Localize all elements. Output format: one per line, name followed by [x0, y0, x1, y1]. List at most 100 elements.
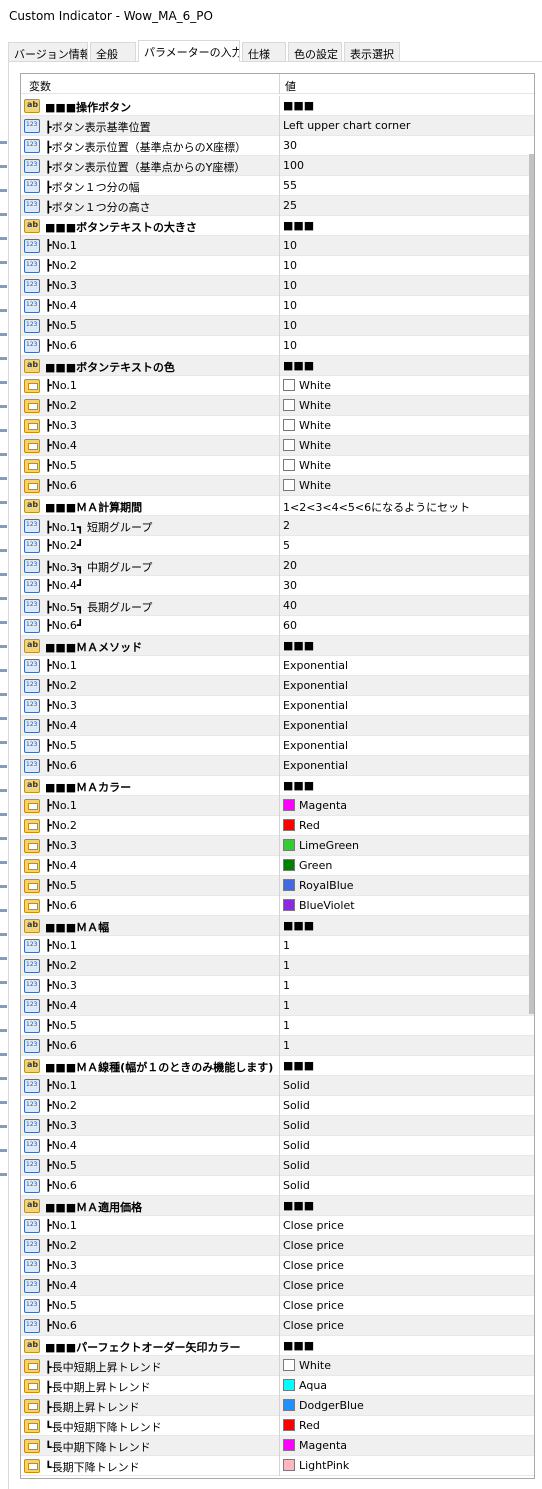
- parameter-row[interactable]: ┣No.1 Solid: [21, 1076, 534, 1096]
- parameter-row[interactable]: ┣ボタン表示位置（基準点からのX座標） 30: [21, 136, 534, 156]
- tab-version-info[interactable]: バージョン情報: [8, 42, 88, 62]
- parameter-value[interactable]: Exponential: [283, 659, 533, 672]
- parameter-value[interactable]: 30: [283, 139, 533, 152]
- parameter-row[interactable]: ┣ボタン表示位置（基準点からのY座標） 100: [21, 156, 534, 176]
- parameter-value[interactable]: Exponential: [283, 699, 533, 712]
- parameter-value[interactable]: White: [283, 459, 533, 472]
- parameter-row[interactable]: ■■■ＭＡ計算期間 1<2<3<4<5<6になるようにセット: [21, 496, 534, 516]
- parameter-value[interactable]: 10: [283, 319, 533, 332]
- parameter-value[interactable]: White: [283, 1359, 533, 1372]
- parameter-row[interactable]: ┣No.1 10: [21, 236, 534, 256]
- parameter-row[interactable]: ┣No.3┓ 中期グループ 20: [21, 556, 534, 576]
- parameter-row[interactable]: ■■■ＭＡ線種(幅が１のときのみ機能します) ■■■: [21, 1056, 534, 1076]
- parameter-row[interactable]: ┗長中短期下降トレンド Red: [21, 1416, 534, 1436]
- parameter-row[interactable]: ┣No.1 Close price: [21, 1216, 534, 1236]
- parameter-value[interactable]: ■■■: [283, 1059, 533, 1072]
- parameter-value[interactable]: Solid: [283, 1119, 533, 1132]
- parameter-row[interactable]: ┣No.5┓ 長期グループ 40: [21, 596, 534, 616]
- parameter-row[interactable]: ┣No.2 Close price: [21, 1236, 534, 1256]
- parameter-row[interactable]: ┣No.6 1: [21, 1036, 534, 1056]
- parameter-row[interactable]: ┣No.2 Solid: [21, 1096, 534, 1116]
- parameter-row[interactable]: ┣No.4 Close price: [21, 1276, 534, 1296]
- parameter-row[interactable]: ┣No.1 Exponential: [21, 656, 534, 676]
- parameter-row[interactable]: ┣No.1 1: [21, 936, 534, 956]
- parameter-row[interactable]: ┣No.6 BlueViolet: [21, 896, 534, 916]
- parameter-value[interactable]: Close price: [283, 1219, 533, 1232]
- parameter-value[interactable]: ■■■: [283, 779, 533, 792]
- parameter-value[interactable]: 1: [283, 1039, 533, 1052]
- parameter-value[interactable]: 10: [283, 239, 533, 252]
- parameter-value[interactable]: 10: [283, 279, 533, 292]
- parameter-row[interactable]: ┣長期上昇トレンド DodgerBlue: [21, 1396, 534, 1416]
- parameter-value[interactable]: 10: [283, 299, 533, 312]
- parameter-row[interactable]: ┣No.3 Exponential: [21, 696, 534, 716]
- parameter-row[interactable]: ■■■操作ボタン ■■■: [21, 96, 534, 116]
- parameter-row[interactable]: ┣ボタン１つ分の高さ 25: [21, 196, 534, 216]
- parameter-row[interactable]: ┣ボタン表示基準位置 Left upper chart corner: [21, 116, 534, 136]
- header-value[interactable]: 値: [285, 78, 296, 94]
- parameter-value[interactable]: 60: [283, 619, 533, 632]
- parameter-row[interactable]: ┣No.6 Solid: [21, 1176, 534, 1196]
- parameter-value[interactable]: 1: [283, 1019, 533, 1032]
- parameter-value[interactable]: Green: [283, 859, 533, 872]
- parameter-value[interactable]: Solid: [283, 1179, 533, 1192]
- parameter-value[interactable]: Red: [283, 1419, 533, 1432]
- parameter-row[interactable]: ┣No.1 Magenta: [21, 796, 534, 816]
- parameter-row[interactable]: ┣No.4 Exponential: [21, 716, 534, 736]
- tab-input-parameters[interactable]: パラメーターの入力: [138, 40, 240, 62]
- parameter-row[interactable]: ┣No.3 Close price: [21, 1256, 534, 1276]
- parameter-value[interactable]: Close price: [283, 1319, 533, 1332]
- parameter-value[interactable]: LimeGreen: [283, 839, 533, 852]
- parameter-value[interactable]: ■■■: [283, 219, 533, 232]
- parameter-value[interactable]: White: [283, 439, 533, 452]
- parameter-row[interactable]: ■■■ＭＡカラー ■■■: [21, 776, 534, 796]
- parameter-row[interactable]: ┣No.6 Exponential: [21, 756, 534, 776]
- parameter-row[interactable]: ┣No.4 Green: [21, 856, 534, 876]
- parameter-value[interactable]: 5: [283, 539, 533, 552]
- tab-specification[interactable]: 仕様: [242, 42, 286, 62]
- parameter-row[interactable]: ■■■ボタンテキストの大きさ ■■■: [21, 216, 534, 236]
- parameter-row[interactable]: ┣No.6 Close price: [21, 1316, 534, 1336]
- parameter-value[interactable]: Exponential: [283, 739, 533, 752]
- parameter-row[interactable]: ┣No.2 Red: [21, 816, 534, 836]
- parameter-value[interactable]: 1: [283, 999, 533, 1012]
- parameter-value[interactable]: Solid: [283, 1159, 533, 1172]
- parameter-row[interactable]: ■■■ボタンテキストの色 ■■■: [21, 356, 534, 376]
- parameter-value[interactable]: Solid: [283, 1079, 533, 1092]
- parameter-value[interactable]: 40: [283, 599, 533, 612]
- parameter-row[interactable]: ┣No.4 10: [21, 296, 534, 316]
- parameter-row[interactable]: ┣No.1┓ 短期グループ 2: [21, 516, 534, 536]
- parameter-row[interactable]: ■■■ＭＡメソッド ■■■: [21, 636, 534, 656]
- parameter-row[interactable]: ■■■パーフェクトオーダー矢印カラー ■■■: [21, 1336, 534, 1356]
- parameter-row[interactable]: ┣No.2 White: [21, 396, 534, 416]
- header-variable[interactable]: 変数: [29, 78, 51, 94]
- parameter-value[interactable]: ■■■: [283, 919, 533, 932]
- parameter-value[interactable]: Close price: [283, 1239, 533, 1252]
- parameter-row[interactable]: ┣No.5 Close price: [21, 1296, 534, 1316]
- vertical-scrollbar[interactable]: [529, 154, 534, 1014]
- parameter-row[interactable]: ┣長中短期上昇トレンド White: [21, 1356, 534, 1376]
- parameter-value[interactable]: Magenta: [283, 799, 533, 812]
- parameter-row[interactable]: ┣No.1 White: [21, 376, 534, 396]
- parameter-row[interactable]: ┣No.4┛ 30: [21, 576, 534, 596]
- parameter-value[interactable]: 1: [283, 939, 533, 952]
- parameter-value[interactable]: White: [283, 379, 533, 392]
- parameter-value[interactable]: White: [283, 399, 533, 412]
- parameter-row[interactable]: ┣No.5 White: [21, 456, 534, 476]
- parameter-row[interactable]: ┗長期下降トレンド LightPink: [21, 1456, 534, 1476]
- parameter-row[interactable]: ┣No.5 RoyalBlue: [21, 876, 534, 896]
- parameter-row[interactable]: ┣No.2 1: [21, 956, 534, 976]
- parameter-value[interactable]: Red: [283, 819, 533, 832]
- parameter-row[interactable]: ┗長中期下降トレンド Magenta: [21, 1436, 534, 1456]
- parameter-row[interactable]: ┣No.3 1: [21, 976, 534, 996]
- parameters-grid[interactable]: 変数 値 ■■■操作ボタン ■■■ ┣ボタン表示基準位置 Left upper cha…: [20, 73, 535, 1479]
- parameter-row[interactable]: ┣No.3 White: [21, 416, 534, 436]
- parameter-value[interactable]: DodgerBlue: [283, 1399, 533, 1412]
- parameter-value[interactable]: ■■■: [283, 639, 533, 652]
- parameter-row[interactable]: ┣No.3 10: [21, 276, 534, 296]
- parameter-row[interactable]: ┣No.3 Solid: [21, 1116, 534, 1136]
- tab-display-selection[interactable]: 表示選択: [344, 42, 400, 62]
- parameter-value[interactable]: 25: [283, 199, 533, 212]
- parameter-row[interactable]: ┣No.4 White: [21, 436, 534, 456]
- parameter-value[interactable]: Magenta: [283, 1439, 533, 1452]
